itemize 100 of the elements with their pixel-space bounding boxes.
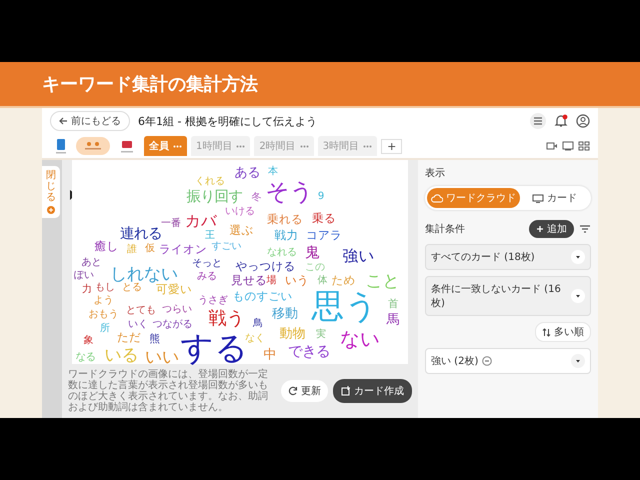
bell-icon[interactable] <box>554 114 568 128</box>
cloud-word: この <box>305 263 325 274</box>
cloud-word: ものすごい <box>232 292 292 304</box>
cloud-word: とる <box>122 283 142 294</box>
cloud-word: 癒し <box>94 240 118 252</box>
cloud-word: 象 <box>84 336 94 346</box>
user-icon[interactable] <box>576 114 590 128</box>
conditions-label: 集計条件 <box>425 222 465 236</box>
cloud-word: もし <box>95 283 115 294</box>
add-tab-button[interactable]: + <box>381 138 402 154</box>
cloud-icon <box>431 194 443 202</box>
cloud-word: とても <box>126 306 156 316</box>
plus-dot-icon <box>47 206 55 214</box>
create-card-button[interactable]: カード作成 <box>333 379 412 403</box>
menu-button[interactable] <box>530 113 546 129</box>
cloud-word: ぽい <box>74 270 94 281</box>
cloud-word: いい <box>145 348 179 366</box>
cloud-word: やっつける <box>236 261 296 273</box>
cloud-word: 本 <box>268 166 278 177</box>
refresh-icon <box>288 386 298 396</box>
cloud-word: 強い <box>342 248 374 264</box>
more-icon <box>363 144 372 148</box>
cloud-word: 力 <box>82 284 92 295</box>
cloud-word: いう <box>285 274 309 287</box>
refresh-button[interactable]: 更新 <box>281 380 328 402</box>
add-button[interactable]: 追加 <box>529 220 574 238</box>
menu-icon <box>533 117 543 125</box>
cloud-word: 選ぶ <box>230 225 254 238</box>
cloud-word: 乗る <box>312 212 336 224</box>
cloud-word: 一番 <box>161 218 181 229</box>
cloud-word: コアラ <box>306 230 342 242</box>
cloud-word: 王 <box>205 231 215 242</box>
cloud-word: そう <box>266 180 314 204</box>
cloud-word: 思う <box>312 290 378 322</box>
cloud-word: 見せる <box>231 274 267 287</box>
cloud-word: 仮 <box>145 244 155 254</box>
cloud-word: 戦う <box>208 310 244 328</box>
cloud-word: 鳥 <box>253 319 263 330</box>
cloud-word: そっと <box>192 259 222 270</box>
people-icon[interactable] <box>76 137 110 155</box>
slide-title: キーワード集計の集計方法 <box>42 73 258 96</box>
cloud-word: いける <box>225 207 255 218</box>
cloud-word: あと <box>82 258 102 268</box>
caret-icon <box>571 250 585 264</box>
cloud-word: 場 <box>266 276 276 286</box>
cloud-word: 誰 <box>127 245 137 256</box>
sort-icon <box>542 328 551 336</box>
cloud-word: 移動 <box>272 307 298 320</box>
minus-icon <box>482 356 492 366</box>
monitor-icon <box>532 194 544 202</box>
more-icon <box>300 144 309 148</box>
cloud-word: つらい <box>162 305 192 316</box>
cloud-word: 馬 <box>386 314 400 327</box>
cloud-word: つながる <box>152 320 192 330</box>
more-icon <box>173 144 182 148</box>
cloud-word: 乗れる <box>267 214 303 226</box>
screen-icon[interactable] <box>562 141 574 151</box>
cloud-word: いく <box>128 320 148 330</box>
plus-icon <box>536 225 544 233</box>
caret-icon <box>571 354 585 368</box>
page-title: 6年1組 - 根拠を明確にして伝えよう <box>138 114 317 128</box>
cloud-word: こと <box>366 272 400 290</box>
cloud-word: カバ <box>185 214 217 230</box>
cloud-word: ない <box>340 330 380 349</box>
cloud-word: 戦力 <box>274 230 298 242</box>
back-button[interactable]: 前にもどる <box>50 111 130 131</box>
cloud-word: ライオン <box>159 244 207 256</box>
cloud-word: 所 <box>100 324 110 334</box>
video-icon[interactable] <box>546 141 558 151</box>
filter-icon[interactable] <box>579 224 591 234</box>
cloud-word: なる <box>76 352 96 362</box>
sort-button[interactable]: 多い順 <box>535 322 591 342</box>
cloud-word: しれない <box>110 266 178 283</box>
filter-dropdown[interactable]: 条件に一致しないカード (16枚) <box>425 276 591 316</box>
display-label: 表示 <box>425 166 446 180</box>
cloud-word: 動物 <box>280 328 306 341</box>
filter-dropdown[interactable]: すべてのカード (18枚) <box>425 244 591 270</box>
cloud-word: ある <box>234 166 260 180</box>
cloud-word: ただ <box>117 332 141 344</box>
back-arrow-icon <box>59 117 68 125</box>
caret-icon <box>571 289 585 303</box>
keyword-dropdown[interactable]: 強い (2枚) <box>425 348 591 374</box>
more-icon <box>236 144 246 148</box>
cloud-word: 冬 <box>252 193 262 204</box>
cloud-word: いる <box>104 346 138 363</box>
cloud-word: おもう <box>88 310 118 320</box>
cloud-word: ため <box>332 274 356 287</box>
cloud-word: 連れる <box>120 226 162 241</box>
cloud-word: 鬼 <box>305 246 319 260</box>
view-option[interactable]: カード <box>520 188 589 208</box>
cloud-word: できる <box>288 344 330 360</box>
cloud-word: みる <box>197 272 217 282</box>
cloud-word: なれる <box>267 248 297 258</box>
card-plus-icon <box>341 386 351 396</box>
note-text: ワードクラウドの画像には、登場回数が一定数に達した言葉が表示され登場回数が多いものほど大きく表示されています。なお、助詞および助動詞は含まれていません。 <box>68 369 269 413</box>
cloud-word: 可愛い <box>156 284 192 296</box>
cloud-word: 中 <box>264 348 276 361</box>
grid-icon[interactable] <box>578 141 590 151</box>
cloud-word: くれる <box>195 176 225 187</box>
cloud-word: うさぎ <box>198 296 228 306</box>
